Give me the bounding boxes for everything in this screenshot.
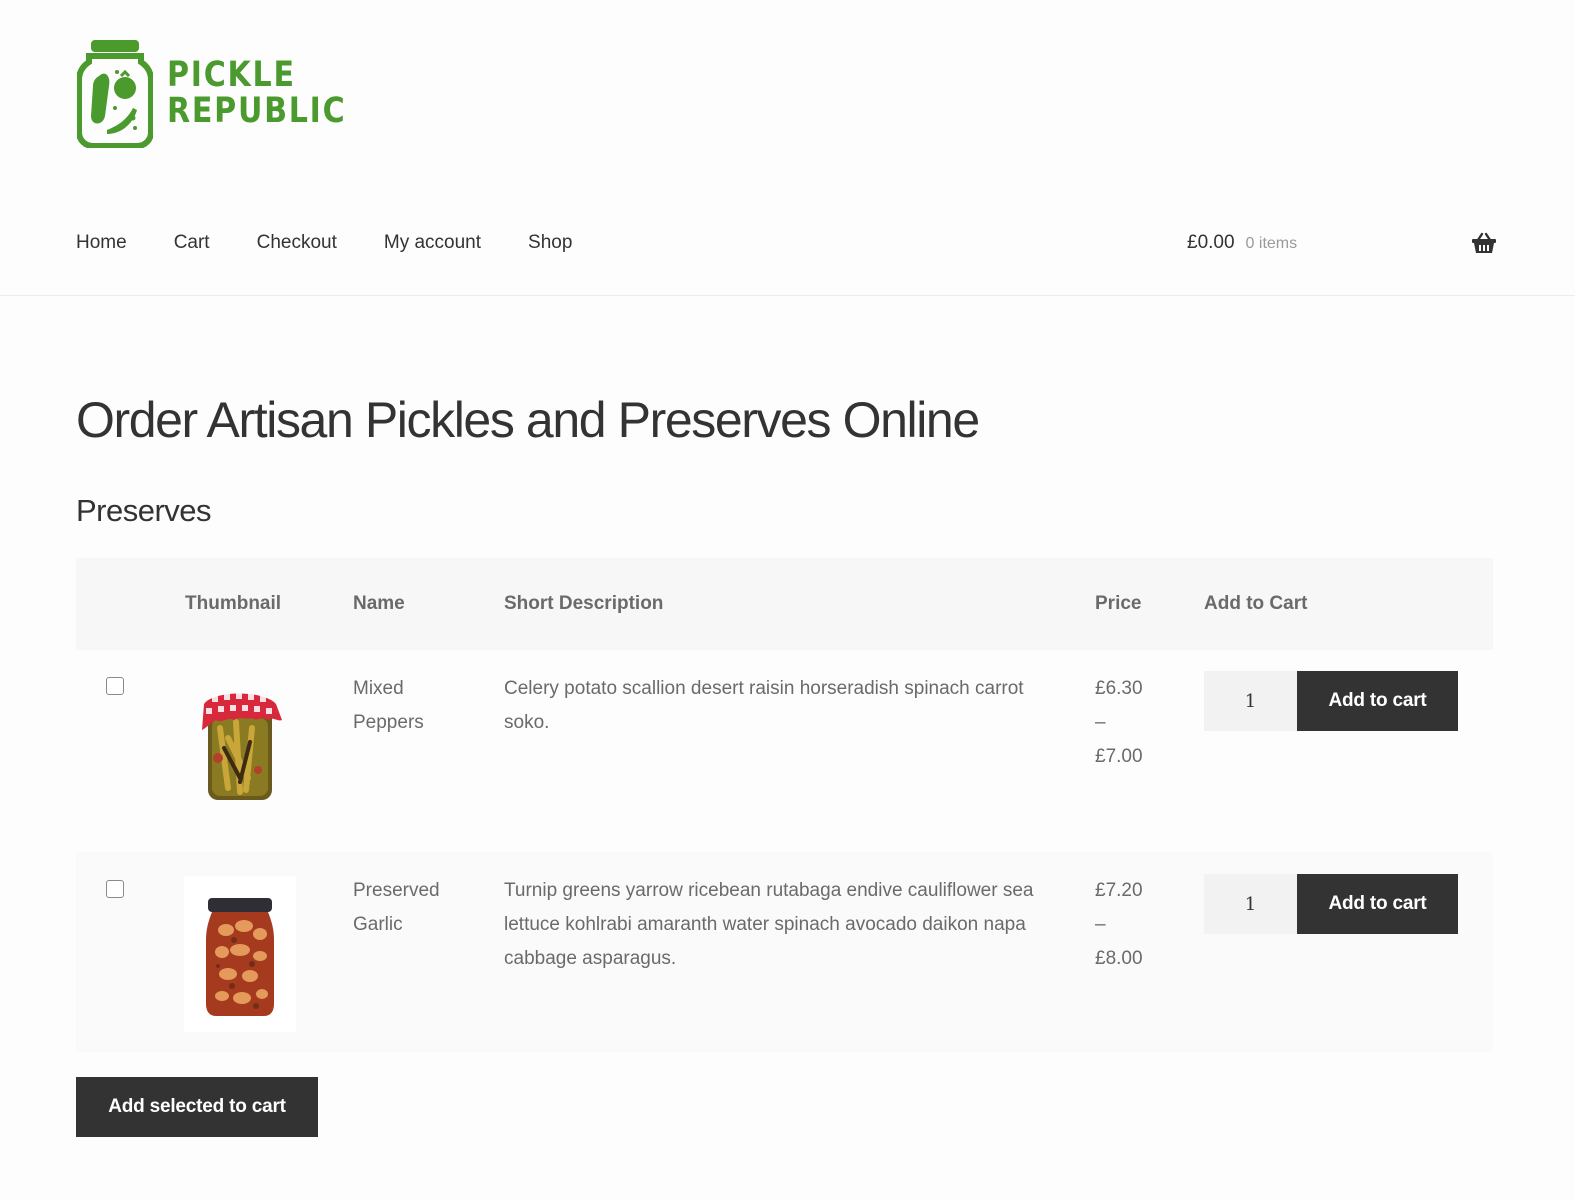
- brand-name-line2: REPUBLIC: [167, 91, 347, 131]
- basket-icon[interactable]: [1471, 232, 1497, 254]
- price-max: £7.00: [1095, 746, 1143, 767]
- quantity-input[interactable]: [1204, 671, 1297, 731]
- header-thumbnail: Thumbnail: [185, 593, 282, 614]
- nav-item-checkout[interactable]: Checkout: [257, 228, 337, 258]
- nav-item-cart[interactable]: Cart: [174, 228, 210, 258]
- site-header: PICKLE REPUBLIC Home Cart Checkout My ac…: [0, 0, 1575, 296]
- nav-item-shop[interactable]: Shop: [528, 228, 572, 258]
- product-name[interactable]: Mixed Peppers: [353, 672, 473, 740]
- header-price: Price: [1095, 593, 1142, 614]
- cart-total: £0.00: [1187, 232, 1235, 253]
- mixed-peppers-thumbnail: [202, 693, 282, 800]
- primary-nav: Home Cart Checkout My account Shop: [76, 228, 619, 258]
- cart-item-count: 0 items: [1245, 235, 1298, 252]
- header-cart-link[interactable]: £0.00 0 items: [1187, 228, 1297, 259]
- price-separator: –: [1095, 914, 1106, 935]
- header-add-to-cart: Add to Cart: [1204, 593, 1308, 614]
- product-price: £6.30 – £7.00: [1095, 672, 1165, 774]
- brand-name: PICKLE REPUBLIC: [167, 57, 346, 129]
- add-selected-to-cart-button[interactable]: Add selected to cart: [76, 1077, 318, 1137]
- quantity-input[interactable]: [1204, 874, 1297, 934]
- table-row: Preserved Garlic Turnip greens yarrow ri…: [76, 852, 1493, 1052]
- site-logo[interactable]: PICKLE REPUBLIC: [77, 38, 376, 148]
- product-name-line1: Preserved: [353, 880, 440, 901]
- product-price: £7.20 – £8.00: [1095, 874, 1165, 976]
- add-to-cart-button[interactable]: Add to cart: [1297, 874, 1458, 934]
- preserved-garlic-thumbnail: [184, 876, 296, 1032]
- product-name[interactable]: Preserved Garlic: [353, 874, 473, 942]
- product-name-line2: Peppers: [353, 712, 424, 733]
- table-header: Thumbnail Name Short Description Price A…: [76, 558, 1493, 650]
- row-select-checkbox[interactable]: [106, 880, 124, 898]
- price-max: £8.00: [1095, 948, 1143, 969]
- product-name-line1: Mixed: [353, 678, 404, 699]
- section-title: Preserves: [76, 493, 212, 528]
- price-min: £6.30: [1095, 678, 1143, 699]
- add-to-cart-button[interactable]: Add to cart: [1297, 671, 1458, 731]
- pickle-jar-icon: [77, 40, 153, 148]
- brand-name-line1: PICKLE: [167, 55, 296, 95]
- nav-item-home[interactable]: Home: [76, 228, 127, 258]
- nav-item-my-account[interactable]: My account: [384, 228, 481, 258]
- header-name: Name: [353, 593, 405, 614]
- header-short-description: Short Description: [504, 593, 664, 614]
- price-separator: –: [1095, 712, 1106, 733]
- product-short-description: Turnip greens yarrow ricebean rutabaga e…: [504, 880, 1034, 969]
- page-title: Order Artisan Pickles and Preserves Onli…: [76, 392, 980, 448]
- table-row: Mixed Peppers Celery potato scallion des…: [76, 650, 1493, 852]
- row-select-checkbox[interactable]: [106, 677, 124, 695]
- product-name-line2: Garlic: [353, 914, 403, 935]
- price-min: £7.20: [1095, 880, 1143, 901]
- product-table: Thumbnail Name Short Description Price A…: [76, 558, 1493, 1052]
- product-short-description: Celery potato scallion desert raisin hor…: [504, 678, 1024, 733]
